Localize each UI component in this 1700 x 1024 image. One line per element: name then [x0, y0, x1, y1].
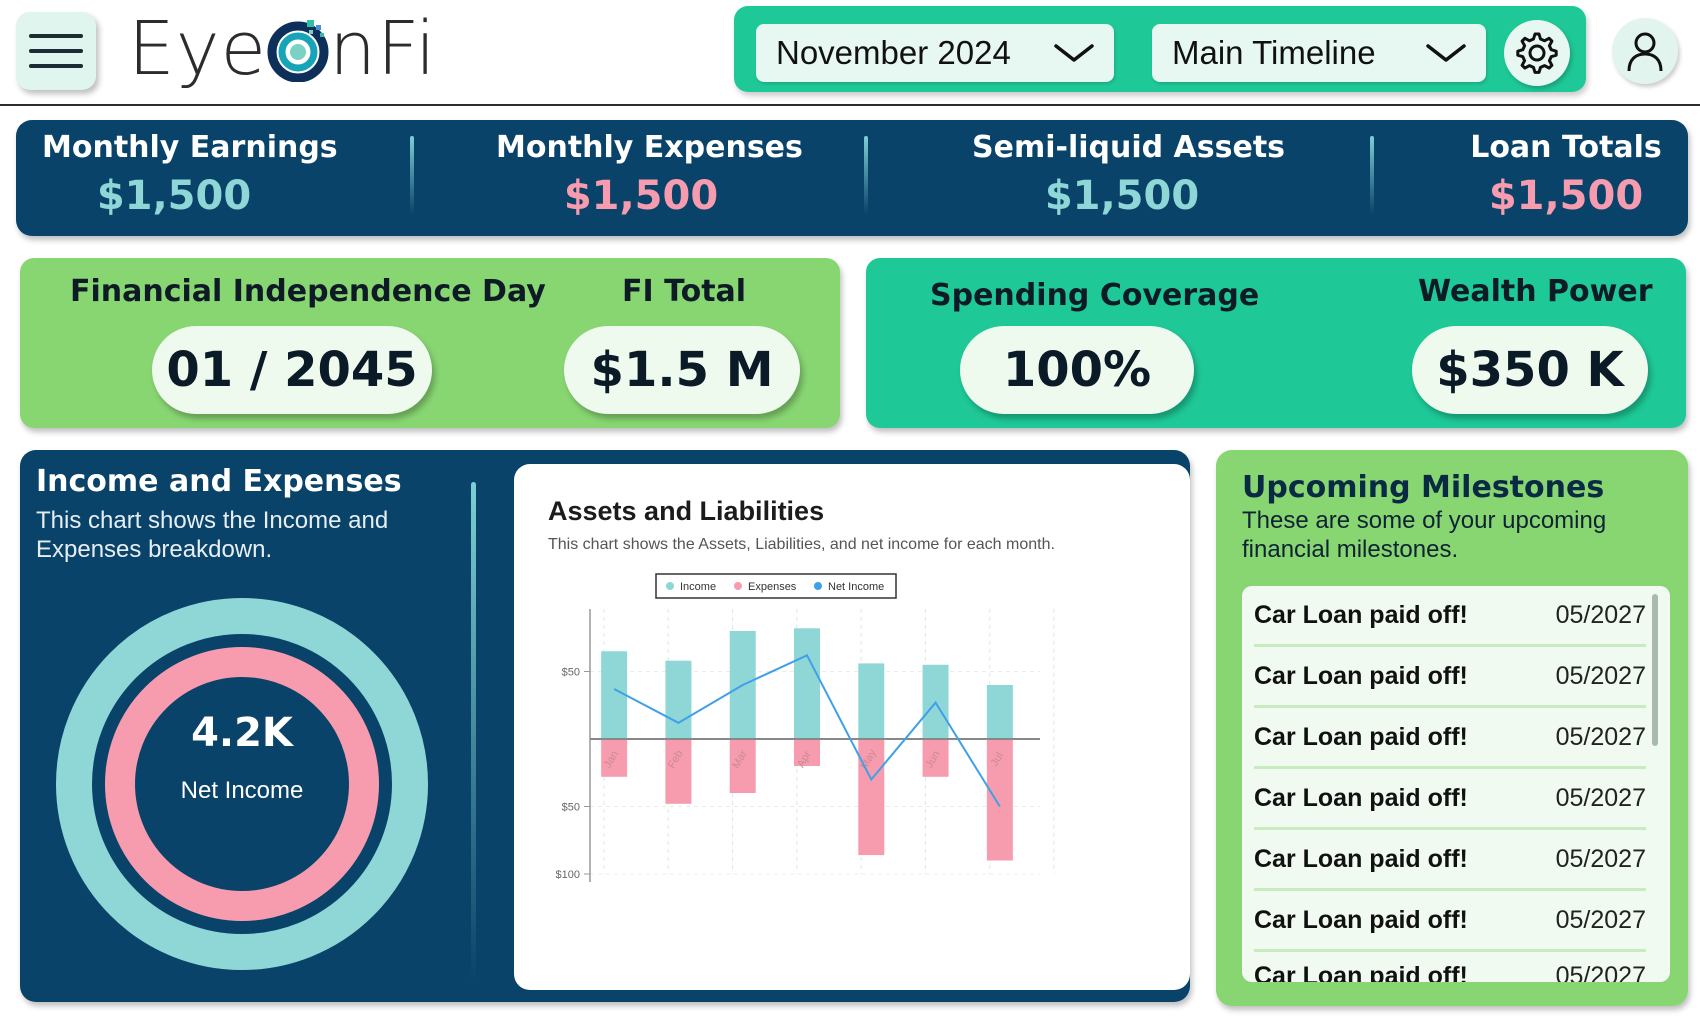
loan-totals-label: Loan Totals — [1470, 130, 1662, 165]
income-expenses-panel: Income and Expenses This chart shows the… — [20, 450, 1190, 1002]
semi-liquid-assets-label: Semi-liquid Assets — [972, 130, 1286, 165]
logo-text-right: nFi — [329, 6, 437, 92]
milestone-name: Car Loan paid off! — [1254, 962, 1468, 982]
chart-canvas: Jan Feb Mar Apr May Jun Jul$50$50$100Income Exp… — [556, 573, 1055, 882]
fi-total-label: FI Total — [622, 274, 747, 309]
semi-liquid-assets-stat: Semi-liquid Assets $1,500 — [972, 130, 1286, 219]
income-bar — [665, 660, 692, 739]
profile-button[interactable] — [1612, 18, 1678, 84]
menu-bar — [29, 49, 83, 53]
milestone-item[interactable]: Car Loan paid off! 05/2027 — [1254, 586, 1646, 647]
loan-totals-stat: Loan Totals $1,500 — [1466, 130, 1666, 219]
month-select[interactable]: November 2024 — [756, 24, 1114, 82]
wealth-power-value: $350 K — [1412, 326, 1648, 414]
panel-divider — [471, 482, 476, 982]
monthly-expenses-label: Monthly Expenses — [496, 130, 803, 165]
menu-button[interactable] — [16, 12, 96, 90]
legend-marker — [814, 582, 822, 590]
milestones-scrollbar[interactable] — [1652, 594, 1658, 746]
summary-bar: Monthly Earnings $1,500 Monthly Expenses… — [16, 120, 1688, 236]
chevron-down-icon — [1426, 44, 1466, 62]
milestone-item[interactable]: Car Loan paid off! 05/2027 — [1254, 708, 1646, 769]
net-income-label: Net Income — [180, 777, 304, 804]
logo-text-left: Eye — [128, 6, 268, 92]
header-controls: November 2024 Main Timeline — [734, 6, 1586, 92]
legend-label: Net Income — [828, 581, 884, 593]
milestone-date: 05/2027 — [1555, 661, 1646, 690]
legend-marker — [734, 582, 742, 590]
milestones-subtitle: These are some of your upcoming financia… — [1242, 507, 1607, 563]
income-bar — [601, 651, 628, 739]
milestone-item[interactable]: Car Loan paid off! 05/2027 — [1254, 891, 1646, 952]
y-tick-label: $50 — [562, 802, 580, 814]
monthly-expenses-stat: Monthly Expenses $1,500 — [496, 130, 803, 219]
spending-card: Spending Coverage 100% Wealth Power $350… — [866, 258, 1686, 428]
summary-divider — [1370, 136, 1374, 214]
income-expenses-subtitle: This chart shows the Income and Expenses… — [36, 507, 389, 563]
spending-coverage-label: Spending Coverage — [930, 278, 1260, 313]
menu-bar — [29, 64, 83, 68]
income-bar — [794, 628, 820, 739]
milestones-title: Upcoming Milestones — [1242, 470, 1605, 505]
milestone-date: 05/2027 — [1555, 783, 1646, 812]
wealth-power-label: Wealth Power — [1418, 274, 1653, 309]
fi-day-value: 01 / 2045 — [152, 326, 432, 414]
milestone-date: 05/2027 — [1555, 844, 1646, 873]
gear-icon — [1516, 32, 1558, 74]
income-expenses-title: Income and Expenses — [36, 464, 402, 499]
fi-total-value: $1.5 M — [564, 326, 800, 414]
milestone-name: Car Loan paid off! — [1254, 722, 1468, 751]
milestone-name: Car Loan paid off! — [1254, 905, 1468, 934]
milestone-date: 05/2027 — [1555, 905, 1646, 934]
loan-totals-value: $1,500 — [1488, 173, 1644, 219]
milestone-name: Car Loan paid off! — [1254, 844, 1468, 873]
milestone-name: Car Loan paid off! — [1254, 783, 1468, 812]
milestone-date: 05/2027 — [1555, 600, 1646, 629]
expenses-bar — [665, 739, 692, 804]
summary-divider — [410, 136, 414, 214]
legend-label: Expenses — [748, 581, 797, 593]
settings-button[interactable] — [1504, 20, 1570, 86]
milestones-panel: Upcoming Milestones These are some of yo… — [1216, 450, 1688, 1006]
month-select-value: November 2024 — [776, 34, 1011, 71]
monthly-earnings-stat: Monthly Earnings $1,500 — [42, 130, 338, 219]
milestone-date: 05/2027 — [1555, 962, 1646, 982]
legend-label: Income — [680, 581, 716, 593]
net-income-value: 4.2K — [191, 710, 293, 756]
header-divider — [0, 104, 1700, 106]
milestone-item[interactable]: Car Loan paid off! 05/2027 — [1254, 769, 1646, 830]
milestone-name: Car Loan paid off! — [1254, 661, 1468, 690]
timeline-select-value: Main Timeline — [1172, 34, 1376, 71]
eyeonfi-logo: Eye nFi — [128, 6, 437, 92]
milestone-item[interactable]: Car Loan paid off! 05/2027 — [1254, 830, 1646, 891]
milestone-item[interactable]: Car Loan paid off! 05/2027 — [1254, 946, 1646, 982]
assets-liabilities-chart: Assets and Liabilities This chart shows … — [514, 464, 1190, 990]
monthly-earnings-value: $1,500 — [96, 173, 252, 219]
monthly-earnings-label: Monthly Earnings — [42, 130, 338, 165]
timeline-select[interactable]: Main Timeline — [1152, 24, 1486, 82]
y-tick-label: $100 — [556, 869, 580, 881]
milestone-name: Car Loan paid off! — [1254, 600, 1468, 629]
summary-divider — [864, 136, 868, 214]
milestone-date: 05/2027 — [1555, 722, 1646, 751]
chevron-down-icon — [1054, 44, 1094, 62]
legend-marker — [666, 582, 674, 590]
menu-bar — [29, 34, 83, 38]
y-tick-label: $50 — [562, 667, 580, 679]
income-bar — [858, 663, 885, 739]
spending-coverage-value: 100% — [960, 326, 1194, 414]
user-icon — [1627, 32, 1663, 72]
milestones-list[interactable]: Car Loan paid off! 05/2027 Car Loan paid… — [1242, 586, 1670, 982]
logo-eye-icon — [267, 20, 329, 82]
income-bar — [986, 685, 1013, 739]
semi-liquid-assets-value: $1,500 — [1044, 173, 1200, 219]
fi-card: Financial Independence Day 01 / 2045 FI … — [20, 258, 840, 428]
fi-day-label: Financial Independence Day — [70, 274, 546, 309]
monthly-expenses-value: $1,500 — [563, 173, 719, 219]
milestone-item[interactable]: Car Loan paid off! 05/2027 — [1254, 647, 1646, 708]
